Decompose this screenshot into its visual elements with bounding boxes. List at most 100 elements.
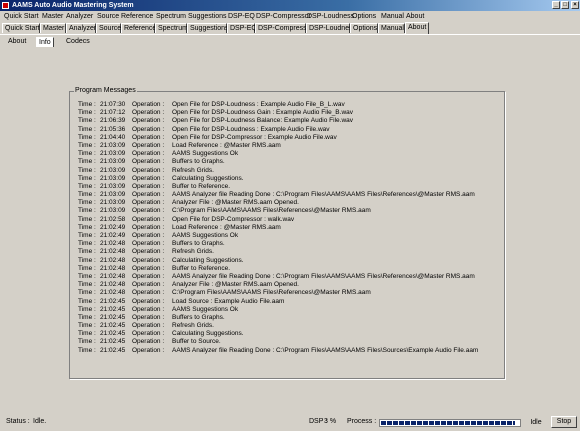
log-time-label: Time : bbox=[78, 166, 96, 174]
menu-reference[interactable]: Reference bbox=[121, 11, 153, 22]
log-operation-text: Open File for DSP-Loudness Balance: Exam… bbox=[172, 117, 354, 125]
log-time-value: 21:03:09 bbox=[100, 207, 126, 215]
close-icon[interactable]: × bbox=[571, 1, 579, 9]
log-operation-label: Operation : bbox=[132, 133, 165, 141]
menu-dsp-eq[interactable]: DSP-EQ bbox=[228, 11, 255, 22]
tab-reference[interactable]: Reference bbox=[121, 23, 156, 33]
log-time-label: Time : bbox=[78, 174, 96, 182]
menu-manual[interactable]: Manual bbox=[381, 11, 404, 22]
minimize-icon[interactable]: _ bbox=[552, 1, 560, 9]
tab-manual[interactable]: Manual bbox=[378, 23, 405, 33]
tab-dsp-compressor[interactable]: DSP-Compressor bbox=[255, 23, 313, 33]
menu-about[interactable]: About bbox=[406, 11, 424, 22]
info-pane: Program Messages Time : 21:07:30 Operation… bbox=[1, 47, 579, 413]
log-operation-text: Buffers to Graphs. bbox=[172, 240, 225, 248]
log-time-value: 21:05:36 bbox=[100, 125, 126, 133]
log-line: Time : 21:02:49 Operation : AAMS Suggestion… bbox=[78, 232, 502, 240]
log-operation-text: Buffer to Reference. bbox=[172, 264, 231, 272]
log-operation-label: Operation : bbox=[132, 101, 165, 108]
maximize-icon[interactable]: □ bbox=[561, 1, 569, 9]
log-line: Time : 21:02:48 Operation : Analyzer File :… bbox=[78, 281, 502, 289]
log-operation-text: Load Source : Example Audio File.aam bbox=[172, 297, 285, 305]
tab-options[interactable]: Options bbox=[350, 23, 378, 33]
log-operation-text: Calculating Suggestions. bbox=[172, 330, 244, 338]
tab-dsp-eq[interactable]: DSP-EQ bbox=[227, 23, 257, 33]
log-time-label: Time : bbox=[78, 109, 96, 117]
log-time-label: Time : bbox=[78, 223, 96, 231]
menu-bar: Quick Start Master Analyzer Source Refer… bbox=[0, 11, 580, 22]
log-time-value: 21:02:48 bbox=[100, 281, 126, 289]
log-line: Time : 21:02:49 Operation : Load Reference … bbox=[78, 224, 502, 232]
menu-quick-start[interactable]: Quick Start bbox=[4, 11, 39, 22]
log-operation-label: Operation : bbox=[132, 248, 165, 256]
log-line: Time : 21:02:48 Operation : C:\Program File… bbox=[78, 289, 502, 297]
log-time-label: Time : bbox=[78, 150, 96, 158]
log-operation-label: Operation : bbox=[132, 125, 165, 133]
menu-options[interactable]: Options bbox=[352, 11, 376, 22]
log-line: Time : 21:02:48 Operation : Buffer to Refer… bbox=[78, 265, 502, 273]
tab-dsp-loudness[interactable]: DSP-Loudness bbox=[306, 23, 356, 33]
log-time-value: 21:07:30 bbox=[100, 101, 126, 108]
log-operation-text: C:\Program Files\AAMS\AAMS Files\Referen… bbox=[172, 289, 371, 297]
log-line: Time : 21:03:09 Operation : Calculating Sug… bbox=[78, 175, 502, 183]
log-time-value: 21:02:45 bbox=[100, 297, 126, 305]
log-operation-text: AAMS Suggestions Ok bbox=[172, 305, 239, 313]
log-time-value: 21:03:09 bbox=[100, 174, 126, 182]
log-operation-label: Operation : bbox=[132, 281, 165, 289]
menu-analyzer[interactable]: Analyzer bbox=[66, 11, 93, 22]
menu-dsp-loudness[interactable]: DSP-Loudness bbox=[307, 11, 354, 22]
log-line: Time : 21:02:48 Operation : AAMS Analyzer f… bbox=[78, 273, 502, 281]
log-time-value: 21:02:48 bbox=[100, 248, 126, 256]
log-line: Time : 21:03:09 Operation : Buffer to Refer… bbox=[78, 183, 502, 191]
tab-about[interactable]: About bbox=[405, 22, 429, 34]
message-log[interactable]: Time : 21:07:30 Operation : Open File for D… bbox=[78, 101, 502, 373]
log-operation-text: Open File for DSP-Compressor : Example A… bbox=[172, 133, 337, 141]
menu-master[interactable]: Master bbox=[42, 11, 63, 22]
log-time-value: 21:03:09 bbox=[100, 199, 126, 207]
subtab-about[interactable]: About bbox=[8, 37, 26, 47]
log-operation-label: Operation : bbox=[132, 322, 165, 330]
log-operation-text: Calculating Suggestions. bbox=[172, 256, 244, 264]
log-time-value: 21:02:45 bbox=[100, 330, 126, 338]
log-time-value: 21:02:45 bbox=[100, 338, 126, 346]
log-operation-text: Analyzer File : @Master RMS.aam Opened. bbox=[172, 281, 299, 289]
tab-spectrum[interactable]: Spectrum bbox=[155, 23, 188, 33]
log-time-value: 21:04:40 bbox=[100, 133, 126, 141]
log-operation-label: Operation : bbox=[132, 141, 165, 149]
log-line: Time : 21:07:12 Operation : Open File for D… bbox=[78, 109, 502, 117]
log-time-value: 21:02:48 bbox=[100, 264, 126, 272]
menu-source[interactable]: Source bbox=[97, 11, 119, 22]
log-operation-label: Operation : bbox=[132, 232, 165, 239]
menu-suggestions[interactable]: Suggestions bbox=[188, 11, 227, 22]
stop-button[interactable]: Stop bbox=[551, 416, 577, 428]
log-operation-text: Open File for DSP-Loudness Gain : Exampl… bbox=[172, 109, 354, 117]
log-operation-label: Operation : bbox=[132, 338, 165, 346]
tab-master[interactable]: Master bbox=[40, 23, 66, 33]
log-time-value: 21:03:09 bbox=[100, 141, 126, 149]
tab-quick-start[interactable]: Quick Start bbox=[2, 23, 40, 33]
log-operation-label: Operation : bbox=[132, 297, 165, 305]
tab-analyzer[interactable]: Analyzer bbox=[66, 23, 96, 33]
menu-dsp-compressor[interactable]: DSP-Compressor bbox=[256, 11, 311, 22]
log-line: Time : 21:03:09 Operation : Load Reference … bbox=[78, 142, 502, 150]
log-time-label: Time : bbox=[78, 215, 96, 223]
log-line: Time : 21:02:45 Operation : AAMS Analyzer f… bbox=[78, 347, 502, 355]
log-line: Time : 21:02:48 Operation : Calculating Sug… bbox=[78, 257, 502, 265]
log-line: Time : 21:02:45 Operation : Load Source : E… bbox=[78, 298, 502, 306]
log-time-label: Time : bbox=[78, 338, 96, 346]
log-operation-text: Refresh Grids. bbox=[172, 248, 214, 256]
log-operation-label: Operation : bbox=[132, 150, 165, 158]
log-operation-label: Operation : bbox=[132, 182, 165, 190]
log-time-label: Time : bbox=[78, 232, 96, 239]
sub-tabs: About Info Codecs bbox=[0, 35, 580, 49]
subtab-codecs[interactable]: Codecs bbox=[66, 37, 90, 47]
program-messages-title: Program Messages bbox=[74, 87, 137, 94]
log-line: Time : 21:02:45 Operation : Buffer to Sourc… bbox=[78, 338, 502, 346]
menu-spectrum[interactable]: Spectrum bbox=[156, 11, 186, 22]
log-time-value: 21:03:09 bbox=[100, 150, 126, 158]
tab-source[interactable]: Source bbox=[96, 23, 121, 33]
log-operation-text: Open File for DSP-Loudness : Example Aud… bbox=[172, 101, 345, 108]
tab-suggestions[interactable]: Suggestions bbox=[187, 23, 229, 33]
log-time-label: Time : bbox=[78, 133, 96, 141]
log-operation-text: Open File for DSP-Loudness : Example Aud… bbox=[172, 125, 330, 133]
